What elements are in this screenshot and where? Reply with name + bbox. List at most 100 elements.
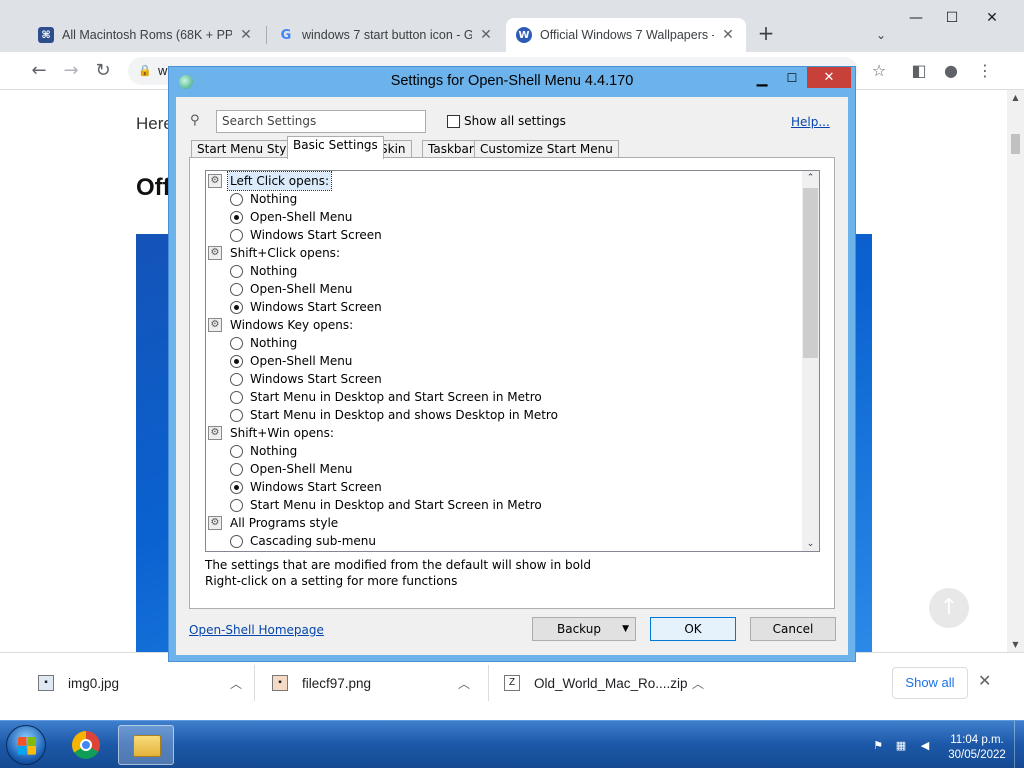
radio-button-selected[interactable] — [230, 354, 243, 368]
radio-option[interactable]: Nothing — [230, 262, 297, 280]
download-item[interactable]: Z Old_World_Mac_Ro....zip ︿ — [504, 653, 704, 713]
back-arrow-icon[interactable]: ← — [28, 60, 50, 82]
radio-button[interactable] — [230, 336, 243, 350]
profile-avatar-icon[interactable]: ● — [940, 60, 962, 82]
tab-basic-settings[interactable]: Basic Settings — [287, 136, 384, 159]
radio-option[interactable]: Windows Start Screen — [230, 226, 382, 244]
tab-customize-start-menu[interactable]: Customize Start Menu — [474, 140, 619, 158]
zip-file-icon: Z — [504, 675, 520, 691]
ok-button[interactable]: OK — [650, 617, 736, 641]
radio-option[interactable]: Nothing — [230, 334, 297, 352]
tab-macintosh-roms[interactable]: ⌘ All Macintosh Roms (68K + PPC) - Mac ✕ — [28, 18, 264, 52]
maximize-icon[interactable]: ☐ — [942, 10, 962, 26]
radio-button[interactable] — [230, 372, 243, 386]
backup-button[interactable]: Backup ▼ — [532, 617, 636, 641]
radio-option[interactable]: Windows Start Screen — [230, 478, 382, 496]
radio-option[interactable]: Open-Shell Menu — [230, 280, 352, 298]
show-all-downloads-button[interactable]: Show all — [892, 667, 968, 699]
dialog-maximize-icon[interactable]: ☐ — [781, 71, 803, 85]
download-item[interactable]: ▪ filecf97.png ︿ — [272, 653, 470, 713]
radio-button[interactable] — [230, 192, 243, 206]
volume-muted-icon[interactable]: ◀ — [917, 739, 933, 753]
radio-button[interactable] — [230, 534, 243, 548]
bookmark-star-icon[interactable]: ☆ — [868, 60, 890, 82]
side-panel-icon[interactable]: ◧ — [908, 60, 930, 82]
settings-tree-scrollbar[interactable]: ⌃ ⌄ — [802, 171, 819, 551]
checkbox-box[interactable] — [447, 114, 460, 128]
option-label: Nothing — [250, 264, 298, 278]
radio-option[interactable]: Cascading sub-menu — [230, 532, 376, 550]
chevron-up-icon[interactable]: ︿ — [230, 675, 242, 692]
close-window-icon[interactable]: ✕ — [982, 10, 1002, 26]
close-tab-icon[interactable]: ✕ — [238, 27, 254, 43]
chevron-up-icon[interactable]: ︿ — [692, 675, 704, 692]
radio-button[interactable] — [230, 228, 243, 242]
show-desktop-button[interactable] — [1014, 721, 1024, 768]
forward-arrow-icon[interactable]: → — [60, 60, 82, 82]
radio-button-selected[interactable] — [230, 300, 243, 314]
tab-google-search[interactable]: G windows 7 start button icon - Google ✕ — [268, 18, 504, 52]
help-link[interactable]: Help... — [791, 115, 830, 129]
tab-taskbar[interactable]: Taskbar — [422, 140, 480, 158]
chevron-up-icon[interactable]: ︿ — [458, 675, 470, 692]
radio-option[interactable]: Nothing — [230, 442, 297, 460]
radio-option[interactable]: Windows Start Screen — [230, 370, 382, 388]
radio-option[interactable]: Open-Shell Menu — [230, 208, 352, 226]
dialog-close-icon[interactable]: ✕ — [807, 67, 851, 88]
tab-search-chevron-icon[interactable]: ⌄ — [876, 28, 886, 42]
close-downloads-icon[interactable]: ✕ — [978, 671, 991, 690]
png-file-icon: ▪ — [272, 675, 288, 691]
setting-group-shift-click[interactable]: ⚙ Shift+Click opens: — [208, 244, 340, 262]
reload-icon[interactable]: ↻ — [92, 60, 114, 82]
scroll-thumb[interactable] — [803, 188, 818, 358]
scroll-up-icon[interactable]: ⌃ — [802, 173, 819, 183]
dialog-minimize-icon[interactable]: ▁ — [751, 71, 773, 87]
system-clock[interactable]: 11:04 p.m. 30/05/2022 — [942, 733, 1012, 763]
radio-button[interactable] — [230, 390, 243, 404]
cancel-button[interactable]: Cancel — [750, 617, 836, 641]
minimize-icon[interactable]: — — [906, 10, 926, 26]
download-separator — [254, 665, 255, 701]
taskbar-explorer-button[interactable] — [118, 725, 174, 765]
radio-option[interactable]: Start Menu in Desktop and Start Screen i… — [230, 496, 542, 514]
setting-group-left-click[interactable]: ⚙ Left Click opens: — [208, 171, 333, 191]
scroll-down-icon[interactable]: ▼ — [1007, 640, 1024, 649]
radio-option[interactable]: Nothing — [230, 190, 297, 208]
radio-button[interactable] — [230, 462, 243, 476]
folder-icon — [133, 735, 161, 757]
page-scroll-thumb[interactable] — [1011, 134, 1020, 154]
show-all-settings-checkbox[interactable]: Show all settings — [447, 114, 566, 128]
radio-button[interactable] — [230, 498, 243, 512]
radio-button-selected[interactable] — [230, 480, 243, 494]
radio-option[interactable]: Start Menu in Desktop and Start Screen i… — [230, 388, 542, 406]
setting-group-all-programs-style[interactable]: ⚙ All Programs style — [208, 514, 338, 532]
start-button[interactable] — [6, 725, 46, 765]
radio-button[interactable] — [230, 264, 243, 278]
taskbar-chrome-button[interactable] — [58, 725, 114, 765]
scroll-down-icon[interactable]: ⌄ — [802, 539, 819, 549]
radio-button[interactable] — [230, 282, 243, 296]
radio-button[interactable] — [230, 408, 243, 422]
setting-group-windows-key[interactable]: ⚙ Windows Key opens: — [208, 316, 353, 334]
radio-option[interactable]: Open-Shell Menu — [230, 460, 352, 478]
new-tab-plus-icon[interactable]: + — [756, 23, 776, 44]
open-shell-homepage-link[interactable]: Open-Shell Homepage — [189, 623, 324, 637]
chrome-menu-icon[interactable]: ⋮ — [974, 60, 996, 82]
radio-button-selected[interactable] — [230, 210, 243, 224]
page-scrollbar[interactable]: ▲ ▼ — [1007, 90, 1024, 652]
radio-button[interactable] — [230, 444, 243, 458]
radio-option[interactable]: Open-Shell Menu — [230, 352, 352, 370]
close-tab-icon[interactable]: ✕ — [478, 27, 494, 43]
setting-group-shift-win[interactable]: ⚙ Shift+Win opens: — [208, 424, 334, 442]
scroll-to-top-icon[interactable]: ↑ — [929, 588, 969, 628]
radio-option[interactable]: Start Menu in Desktop and shows Desktop … — [230, 406, 558, 424]
network-icon[interactable]: ▦ — [893, 739, 909, 753]
radio-option[interactable]: Windows Start Screen — [230, 298, 382, 316]
dialog-title-bar[interactable]: Settings for Open-Shell Menu 4.4.170 ▁ ☐… — [169, 67, 855, 97]
action-center-flag-icon[interactable]: ⚑ — [870, 739, 886, 753]
scroll-up-icon[interactable]: ▲ — [1007, 93, 1024, 102]
tab-windows-wallpapers[interactable]: W Official Windows 7 Wallpapers - Wallpa… — [506, 18, 746, 52]
search-settings-input[interactable]: Search Settings — [216, 110, 426, 133]
download-item[interactable]: ▪ img0.jpg ︿ — [38, 653, 242, 713]
close-tab-icon[interactable]: ✕ — [720, 27, 736, 43]
